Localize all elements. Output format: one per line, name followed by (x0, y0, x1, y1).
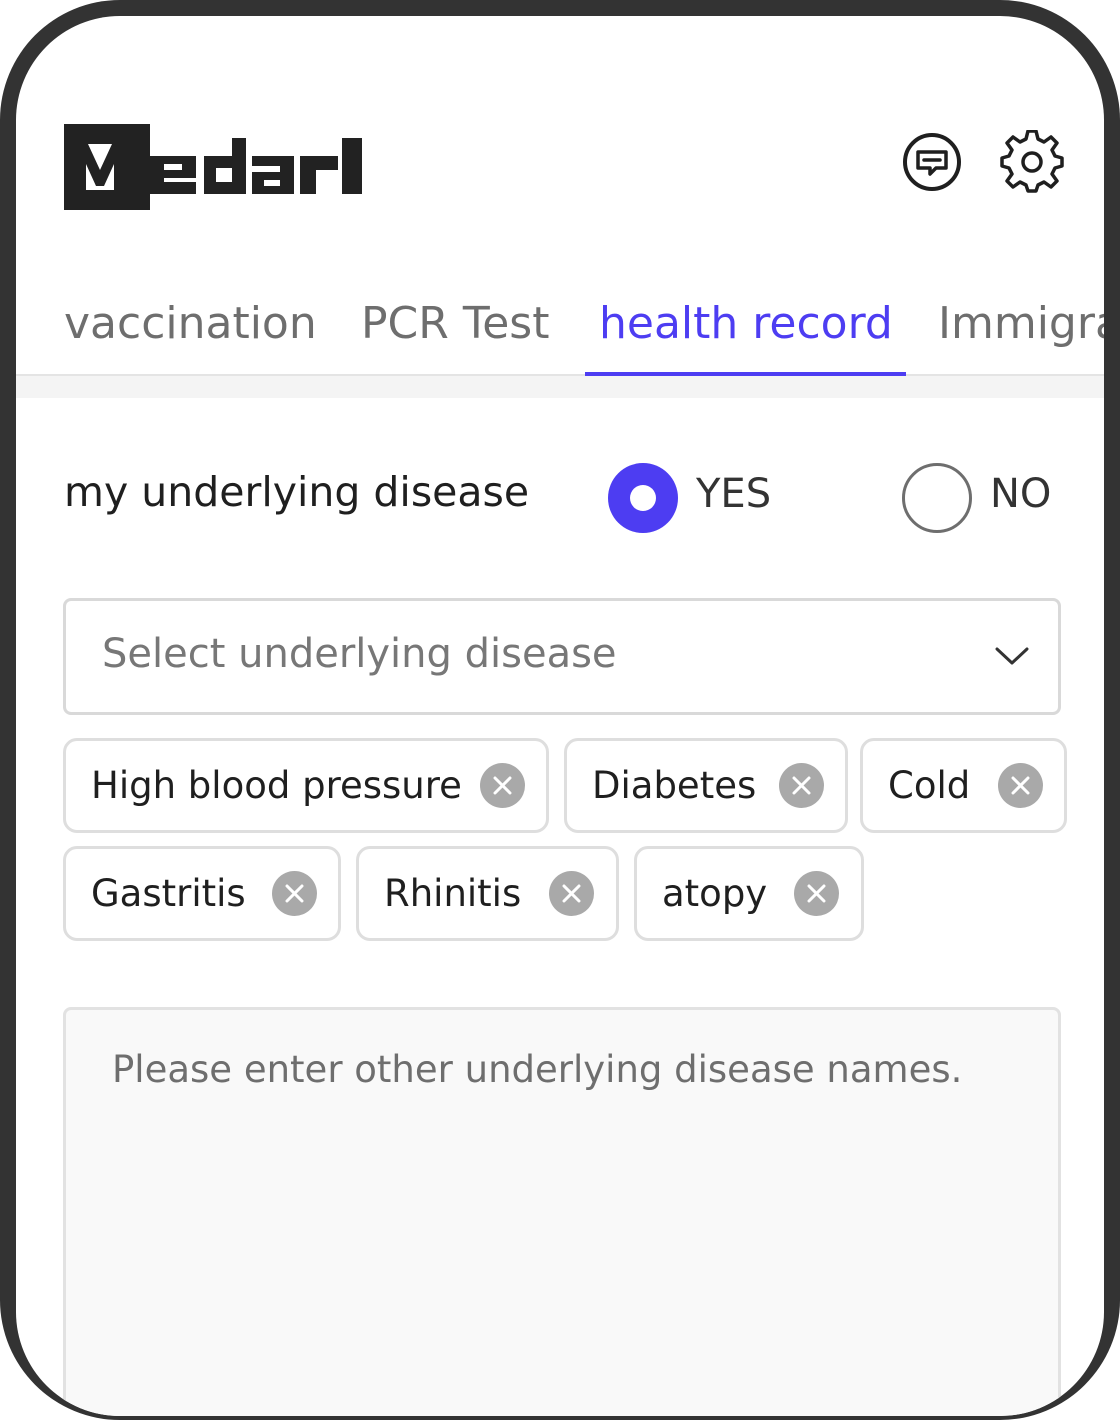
no-radio[interactable] (902, 463, 972, 533)
remove-chip-button[interactable] (480, 763, 525, 808)
chip-label: Gastritis (91, 872, 246, 915)
close-icon (562, 884, 581, 903)
chip-label: High blood pressure (91, 764, 462, 807)
tab-pcr-test[interactable]: PCR Test (361, 274, 549, 374)
tab-bar: vaccination PCR Test health record Immig… (16, 274, 1104, 374)
remove-chip-button[interactable] (779, 763, 824, 808)
radio-selected-dot (630, 485, 656, 511)
tab-vaccination[interactable]: vaccination (64, 274, 317, 374)
underlying-disease-label: my underlying disease (64, 468, 530, 516)
remove-chip-button[interactable] (794, 871, 839, 916)
tab-immigration[interactable]: Immigra (938, 274, 1104, 374)
chip-diabetes: Diabetes (564, 738, 848, 833)
other-disease-input[interactable] (63, 1007, 1061, 1416)
chip-cold: Cold (860, 738, 1067, 833)
remove-chip-button[interactable] (272, 871, 317, 916)
yes-radio-label[interactable]: YES (696, 471, 771, 517)
remove-chip-button[interactable] (998, 763, 1043, 808)
gear-icon (1000, 129, 1064, 193)
chip-atopy: atopy (634, 846, 864, 941)
chip-gastritis: Gastritis (63, 846, 341, 941)
chip-rhinitis: Rhinitis (356, 846, 619, 941)
chevron-down-icon (995, 647, 1029, 665)
phone-frame: vaccination PCR Test health record Immig… (0, 0, 1120, 1420)
medarl-logo (64, 124, 364, 212)
close-icon (285, 884, 304, 903)
chip-label: atopy (662, 872, 768, 915)
underlying-disease-select[interactable]: Select underlying disease (63, 598, 1061, 715)
chip-high-blood-pressure: High blood pressure (63, 738, 549, 833)
yes-radio[interactable] (608, 463, 678, 533)
close-icon (807, 884, 826, 903)
close-icon (792, 776, 811, 795)
select-placeholder: Select underlying disease (102, 631, 617, 677)
close-icon (493, 776, 512, 795)
tab-health-record[interactable]: health record (599, 274, 893, 374)
no-radio-label[interactable]: NO (990, 471, 1051, 517)
chip-label: Diabetes (592, 764, 757, 807)
chat-button[interactable] (900, 130, 964, 194)
settings-button[interactable] (1000, 129, 1064, 194)
app-screen: vaccination PCR Test health record Immig… (16, 16, 1104, 1416)
chip-label: Cold (888, 764, 971, 807)
chat-icon (903, 133, 961, 191)
close-icon (1011, 776, 1030, 795)
section-separator (16, 376, 1104, 398)
remove-chip-button[interactable] (549, 871, 594, 916)
chip-label: Rhinitis (384, 872, 522, 915)
